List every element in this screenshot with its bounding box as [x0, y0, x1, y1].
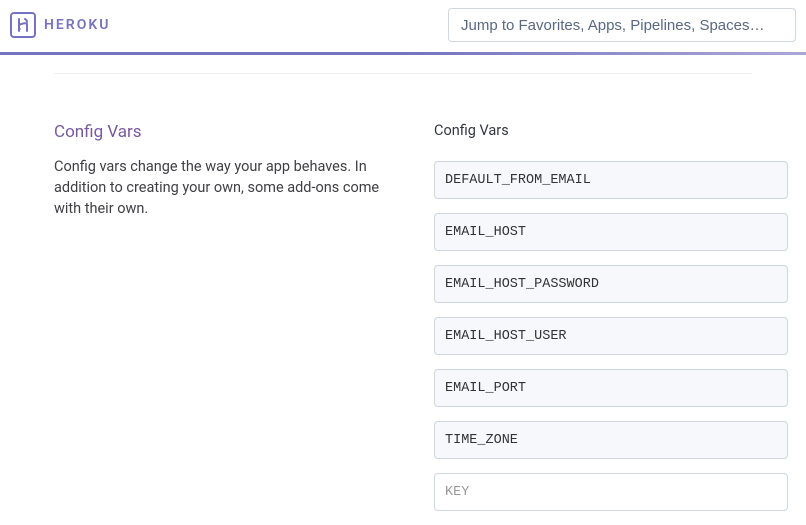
settings-section-info: Config Vars Config vars change the way y… [54, 74, 434, 525]
content-area: Config Vars Config vars change the way y… [0, 74, 806, 525]
heroku-logo-icon [10, 12, 36, 38]
header-bar: HEROKU [0, 0, 806, 53]
config-var-key-input[interactable] [434, 265, 788, 303]
brand-name: HEROKU [44, 17, 110, 33]
brand-logo[interactable]: HEROKU [10, 12, 110, 38]
config-var-row [434, 265, 788, 303]
section-title: Config Vars [54, 122, 404, 142]
section-description: Config vars change the way your app beha… [54, 156, 404, 219]
config-vars-panel: Config Vars [434, 74, 806, 525]
config-var-new-row [434, 473, 788, 511]
config-var-new-key-input[interactable] [434, 473, 788, 511]
config-var-row [434, 421, 788, 459]
config-var-key-input[interactable] [434, 317, 788, 355]
config-vars-heading: Config Vars [434, 122, 788, 139]
config-var-row [434, 213, 788, 251]
config-var-row [434, 369, 788, 407]
config-var-key-input[interactable] [434, 161, 788, 199]
search-wrap [448, 8, 796, 42]
config-var-key-input[interactable] [434, 421, 788, 459]
config-var-row [434, 317, 788, 355]
config-var-key-input[interactable] [434, 213, 788, 251]
search-input[interactable] [448, 8, 796, 42]
config-var-key-input[interactable] [434, 369, 788, 407]
config-var-row [434, 161, 788, 199]
